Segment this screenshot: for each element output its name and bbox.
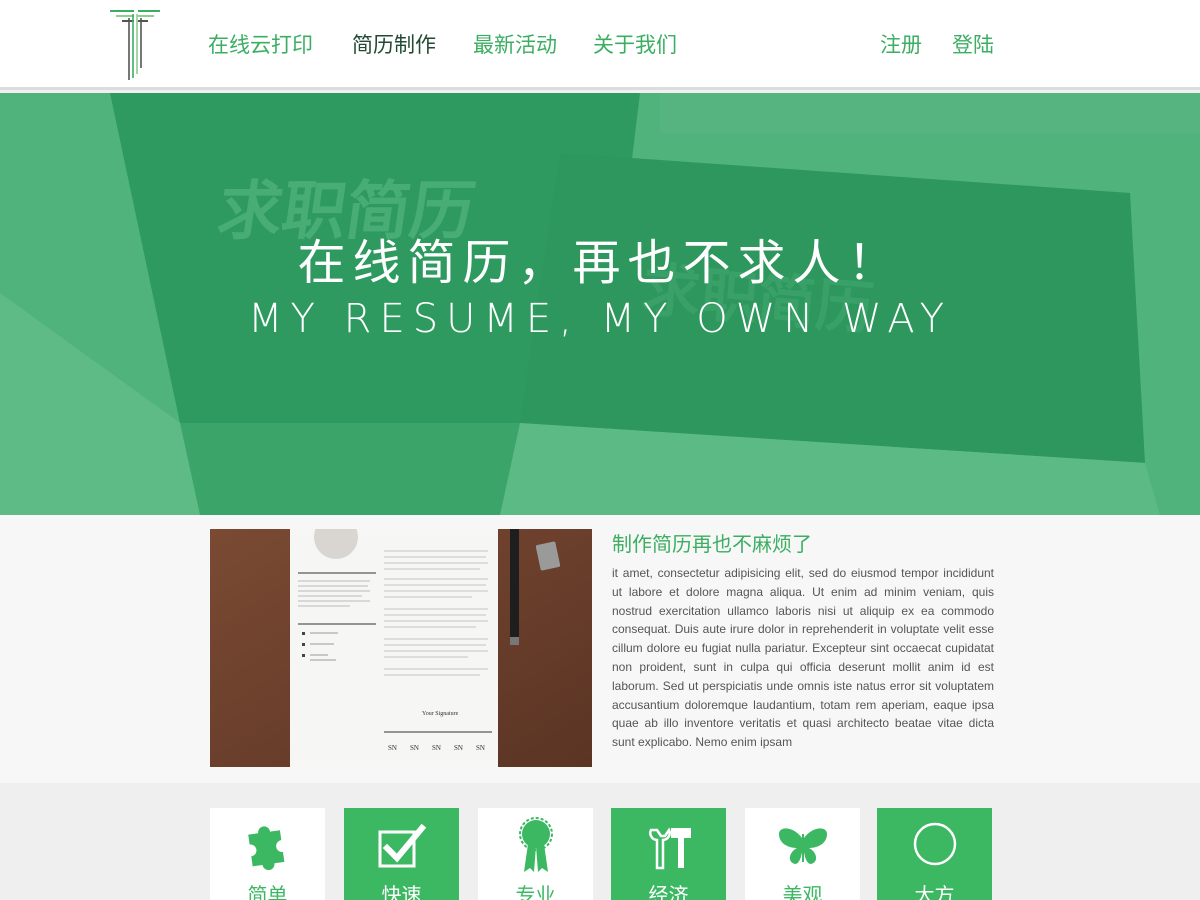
- resume-photo: Your Signature SN SN SN SN SN: [210, 529, 592, 767]
- nav-latest-events[interactable]: 最新活动: [473, 31, 557, 59]
- feature-generous[interactable]: 大方: [877, 808, 992, 900]
- feature-beautiful[interactable]: 美观: [745, 808, 860, 900]
- resume-initials-2: SN: [410, 744, 419, 752]
- feature-label-fast: 快速: [381, 883, 422, 900]
- resume-signature-text: Your Signature: [422, 711, 459, 717]
- site-logo[interactable]: [108, 8, 162, 82]
- intro-section: Your Signature SN SN SN SN SN 制作简历再也不麻烦了…: [0, 515, 1200, 783]
- resume-initials-3: SN: [432, 744, 441, 752]
- checkbox-icon: [378, 823, 427, 868]
- resume-initials-5: SN: [476, 744, 485, 752]
- feature-professional[interactable]: 专业: [478, 808, 593, 900]
- feature-label-beautiful: 美观: [782, 883, 823, 900]
- feature-label-economical: 经济: [648, 883, 689, 900]
- hero-title: 在线简历，再也不求人！: [297, 235, 903, 291]
- resume-initials-1: SN: [388, 744, 397, 752]
- site-header: 在线云打印 简历制作 最新活动 关于我们 注册 登陆: [0, 0, 1200, 90]
- hero-banner: 求职简历 求职简历 在线简历，再也不求人！ MY RESUME, MY OWN …: [0, 93, 1200, 515]
- resume-photo-illustration: Your Signature SN SN SN SN SN: [210, 529, 592, 767]
- intro-paragraph: it amet, consectetur adipisicing elit, s…: [612, 566, 994, 750]
- puzzle-icon: [248, 826, 285, 871]
- nav-resume-making[interactable]: 简历制作: [352, 31, 436, 59]
- login-link[interactable]: 登陆: [952, 31, 994, 59]
- register-link[interactable]: 注册: [880, 31, 922, 59]
- feature-label-professional: 专业: [515, 883, 556, 900]
- features-section: 简单 快速 专业 经济 美观 大方: [0, 783, 1200, 900]
- feature-simple[interactable]: 简单: [210, 808, 325, 900]
- hero-subtitle: MY RESUME, MY OWN WAY: [248, 296, 952, 342]
- feature-fast[interactable]: 快速: [344, 808, 459, 900]
- feature-economical[interactable]: 经济: [611, 808, 726, 900]
- tools-icon: [649, 827, 691, 870]
- award-ribbon-icon: [519, 817, 553, 872]
- nav-cloud-print[interactable]: 在线云打印: [208, 31, 313, 59]
- nav-about-us[interactable]: 关于我们: [593, 31, 677, 59]
- circle-icon: [913, 822, 957, 866]
- resume-initials-4: SN: [454, 744, 463, 752]
- butterfly-icon: [779, 828, 827, 864]
- feature-label-generous: 大方: [914, 883, 955, 900]
- feature-label-simple: 简单: [247, 883, 288, 900]
- intro-title: 制作简历再也不麻烦了: [612, 532, 812, 556]
